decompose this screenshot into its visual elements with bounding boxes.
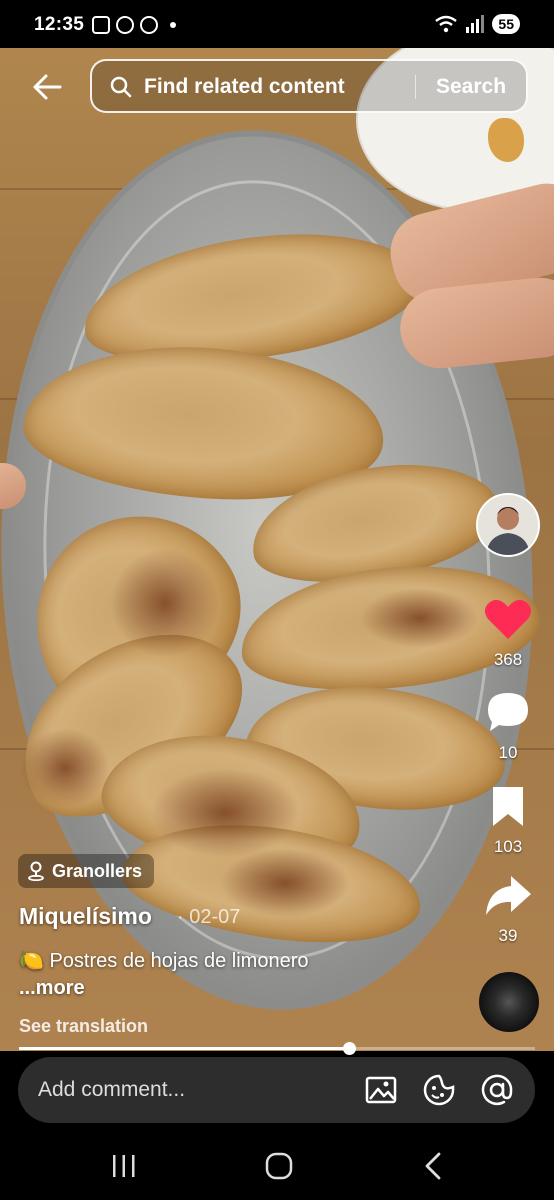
bookmark-icon bbox=[493, 787, 523, 826]
mention-icon[interactable] bbox=[480, 1073, 514, 1107]
home-icon[interactable] bbox=[259, 1149, 299, 1183]
sticker-icon[interactable] bbox=[422, 1073, 456, 1107]
comment-count: 10 bbox=[498, 743, 518, 762]
signal-icon bbox=[466, 15, 485, 33]
search-button[interactable]: Search bbox=[436, 75, 506, 99]
app-root: 12:35 55 Find related content Search 368… bbox=[0, 0, 554, 1200]
video-progress-bar[interactable] bbox=[19, 1042, 535, 1055]
share-button[interactable]: 39 bbox=[476, 873, 540, 946]
share-count: 39 bbox=[498, 926, 518, 945]
like-button[interactable]: 368 bbox=[476, 597, 540, 670]
chrome-icon bbox=[116, 16, 134, 34]
location-tag[interactable]: Granollers bbox=[18, 854, 155, 888]
system-nav-bar bbox=[0, 1131, 554, 1200]
search-divider bbox=[415, 75, 416, 99]
threads-icon bbox=[140, 16, 158, 34]
location-pin-icon bbox=[28, 861, 44, 881]
video-progress-fill bbox=[19, 1047, 350, 1050]
search-input[interactable]: Find related content bbox=[144, 75, 345, 99]
comment-button[interactable]: 10 bbox=[476, 690, 540, 763]
comment-bubble-icon bbox=[488, 693, 528, 731]
avatar-image bbox=[478, 495, 538, 555]
screenshot-icon bbox=[92, 16, 110, 34]
save-button[interactable]: 103 bbox=[476, 784, 540, 857]
video-player[interactable] bbox=[0, 48, 554, 1051]
location-label: Granollers bbox=[52, 860, 143, 881]
share-arrow-icon bbox=[486, 876, 531, 915]
image-icon[interactable] bbox=[364, 1073, 398, 1107]
caption-more-link[interactable]: ...more bbox=[19, 977, 85, 1000]
search-icon bbox=[110, 76, 132, 98]
back-nav-icon[interactable] bbox=[414, 1149, 454, 1183]
heart-icon bbox=[484, 599, 532, 639]
status-time: 12:35 bbox=[34, 14, 85, 35]
comment-input[interactable]: Add comment... bbox=[18, 1057, 535, 1123]
more-notifications-icon bbox=[170, 22, 176, 28]
battery-indicator: 55 bbox=[492, 14, 520, 34]
recent-apps-icon[interactable] bbox=[104, 1149, 144, 1183]
post-caption: 🍋 Postres de hojas de limonero bbox=[19, 950, 309, 972]
wifi-icon bbox=[435, 15, 458, 33]
like-count: 368 bbox=[493, 650, 523, 669]
comment-placeholder: Add comment... bbox=[38, 1078, 186, 1101]
creator-username[interactable]: Miquelísimo bbox=[19, 903, 152, 930]
comment-area: Add comment... bbox=[0, 1051, 554, 1131]
creator-avatar[interactable] bbox=[476, 493, 540, 557]
search-bar[interactable]: Find related content Search bbox=[90, 59, 528, 113]
music-disc-icon[interactable] bbox=[479, 972, 539, 1032]
status-notification-icons bbox=[92, 16, 176, 34]
status-system-icons: 55 bbox=[434, 14, 520, 34]
see-translation-link[interactable]: See translation bbox=[19, 1016, 148, 1037]
post-date: · 02-07 bbox=[177, 906, 241, 928]
status-bar: 12:35 55 bbox=[0, 0, 554, 48]
save-count: 103 bbox=[493, 837, 523, 856]
plate-crumb bbox=[488, 118, 524, 162]
back-arrow-icon[interactable] bbox=[30, 70, 64, 104]
